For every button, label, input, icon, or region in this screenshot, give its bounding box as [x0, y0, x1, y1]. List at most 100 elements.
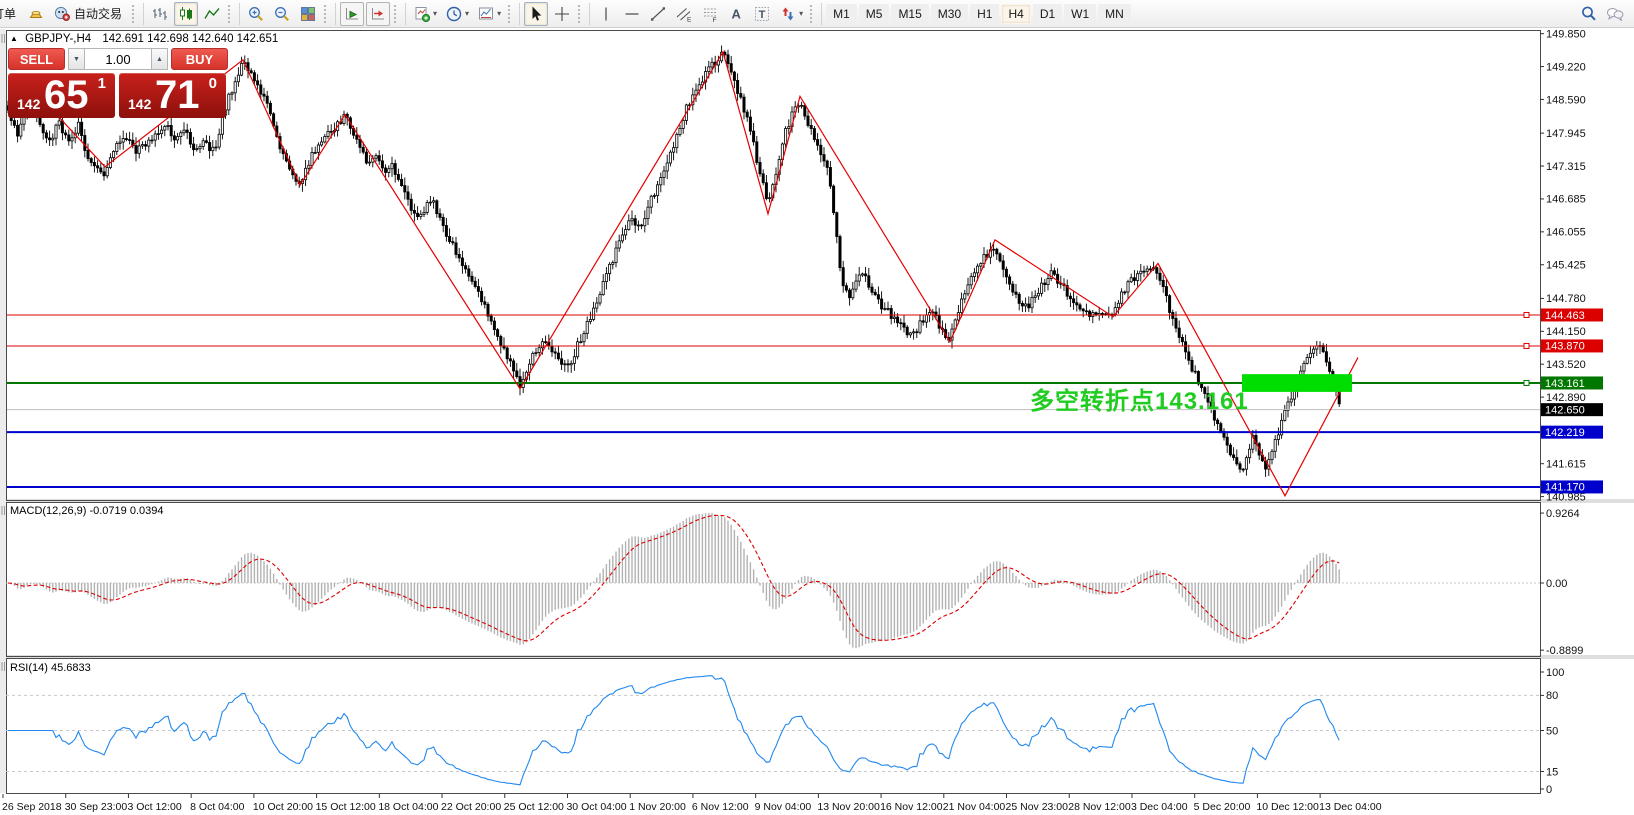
price-level-label-text: 141.170: [1545, 482, 1585, 494]
vertical-line-button[interactable]: [594, 2, 618, 26]
rsi-axis-label: 50: [1546, 725, 1558, 737]
timeframe-w1[interactable]: W1: [1064, 4, 1096, 24]
zoom-in-button[interactable]: [244, 2, 268, 26]
tline-icon: [649, 5, 667, 23]
svg-text:A: A: [732, 6, 742, 21]
buy-price-pip: 0: [209, 75, 217, 92]
robot-icon: [53, 5, 71, 23]
periods-button[interactable]: ▾: [442, 2, 472, 26]
price-level-label-text: 143.161: [1545, 378, 1585, 390]
macd-label: MACD(12,26,9) -0.0719 0.0394: [10, 505, 163, 517]
arrows-button[interactable]: ▾: [776, 2, 806, 26]
horizontal-line-button[interactable]: [620, 2, 644, 26]
cursor-button[interactable]: [524, 2, 548, 26]
macd-axis-label: 0.00: [1546, 578, 1567, 590]
equidistant-channel-button[interactable]: E: [672, 2, 696, 26]
buy-price-display[interactable]: 142 71 0: [119, 73, 226, 118]
price-chart[interactable]: 149.850149.220148.590147.945147.315146.6…: [0, 0, 1634, 815]
macd-axis-label: 0.9264: [1546, 508, 1580, 520]
buy-button[interactable]: BUY: [171, 48, 228, 70]
time-tick-label: 5 Dec 20:00: [1194, 801, 1251, 813]
crosshair-button[interactable]: [550, 2, 574, 26]
timeframe-h4[interactable]: H4: [1001, 4, 1030, 24]
time-tick-label: 26 Sep 2018: [2, 801, 62, 813]
price-level-label-text: 143.870: [1545, 341, 1585, 353]
collapse-triangle-icon[interactable]: ▲: [10, 34, 18, 43]
candlestick-chart-button[interactable]: [174, 2, 198, 26]
timeframe-m15-label: M15: [898, 7, 921, 21]
rsi-axis-label: 0: [1546, 784, 1552, 796]
pivot-annotation-text[interactable]: 多空转折点143.161: [1030, 381, 1249, 416]
autotrading-button[interactable]: 自动交易: [50, 2, 128, 26]
time-tick-label: 3 Dec 04:00: [1131, 801, 1188, 813]
toolbar-grip[interactable]: [810, 5, 815, 23]
search-icon: [1580, 5, 1598, 23]
hline-icon: [623, 5, 641, 23]
volume-decrease-button[interactable]: ▼: [68, 48, 85, 70]
sell-button[interactable]: SELL: [8, 48, 65, 70]
line-chart-button[interactable]: [200, 2, 224, 26]
time-tick-label: 1 Nov 20:00: [629, 801, 686, 813]
sell-price-display[interactable]: 142 65 1: [8, 73, 115, 118]
textA-icon: A: [727, 5, 745, 23]
indicators-button[interactable]: ▾: [410, 2, 440, 26]
zoom-out-button[interactable]: [270, 2, 294, 26]
toolbar-grip[interactable]: [394, 5, 399, 23]
gold-ingot-button[interactable]: [24, 2, 48, 26]
price-tick-label: 142.890: [1546, 392, 1586, 404]
sell-price-pip: 1: [98, 75, 106, 92]
time-tick-label: 13 Dec 04:00: [1319, 801, 1382, 813]
new-order-button[interactable]: 订单: [0, 2, 22, 26]
volume-increase-button[interactable]: ▲: [151, 48, 168, 70]
chevron-down-icon: ▾: [465, 9, 469, 18]
bar-chart-button[interactable]: [148, 2, 172, 26]
toolbar-grip[interactable]: [228, 5, 233, 23]
svg-text:T: T: [759, 9, 766, 21]
templates-button[interactable]: ▾: [474, 2, 504, 26]
svg-text:F: F: [713, 17, 717, 23]
search-button[interactable]: [1577, 2, 1601, 26]
timeframe-h1[interactable]: H1: [970, 4, 999, 24]
timeframe-w1-label: W1: [1071, 7, 1089, 21]
price-tick-label: 149.220: [1546, 61, 1586, 73]
text-button[interactable]: A: [724, 2, 748, 26]
sell-price-big: 65: [44, 73, 89, 118]
chevron-down-icon: ▾: [799, 9, 803, 18]
volume-input[interactable]: 1.00: [85, 48, 151, 70]
text-label-button[interactable]: T: [750, 2, 774, 26]
time-tick-label: 25 Oct 12:00: [504, 801, 564, 813]
toolbar-grip[interactable]: [578, 5, 583, 23]
toolbar-grip[interactable]: [508, 5, 513, 23]
time-tick-label: 16 Nov 12:00: [880, 801, 943, 813]
chat-icon: [1606, 5, 1624, 23]
timeframe-m5[interactable]: M5: [859, 4, 890, 24]
shift-icon: [369, 5, 387, 23]
tile-windows-button[interactable]: [296, 2, 320, 26]
auto-scroll-button[interactable]: [340, 2, 364, 26]
buy-price-prefix: 142: [128, 96, 151, 112]
toolbar-separator: [821, 3, 822, 25]
toolbar-grip[interactable]: [324, 5, 329, 23]
arrows-icon: [779, 5, 797, 23]
timeframe-m1[interactable]: M1: [826, 4, 857, 24]
timeframe-m30[interactable]: M30: [931, 4, 968, 24]
toolbar-grip[interactable]: [132, 5, 137, 23]
chevron-down-icon: ▾: [497, 9, 501, 18]
time-tick-label: 28 Nov 12:00: [1068, 801, 1131, 813]
timeframe-m15[interactable]: M15: [891, 4, 928, 24]
highlight-rectangle[interactable]: [1242, 374, 1352, 392]
template-icon: [477, 5, 495, 23]
fibonacci-button[interactable]: F: [698, 2, 722, 26]
toolbar-separator: [335, 3, 336, 25]
chat-button[interactable]: [1603, 2, 1627, 26]
time-tick-label: 30 Sep 23:00: [65, 801, 128, 813]
autoscroll-icon: [343, 5, 361, 23]
price-level-label-text: 144.463: [1545, 310, 1585, 322]
timeframe-mn[interactable]: MN: [1098, 4, 1131, 24]
chart-shift-button[interactable]: [366, 2, 390, 26]
timeframe-d1[interactable]: D1: [1033, 4, 1062, 24]
symbol-period-label: GBPJPY-,H4: [25, 33, 91, 45]
rsi-axis-label: 15: [1546, 766, 1558, 778]
trendline-button[interactable]: [646, 2, 670, 26]
rsi-label: RSI(14) 45.6833: [10, 662, 91, 674]
